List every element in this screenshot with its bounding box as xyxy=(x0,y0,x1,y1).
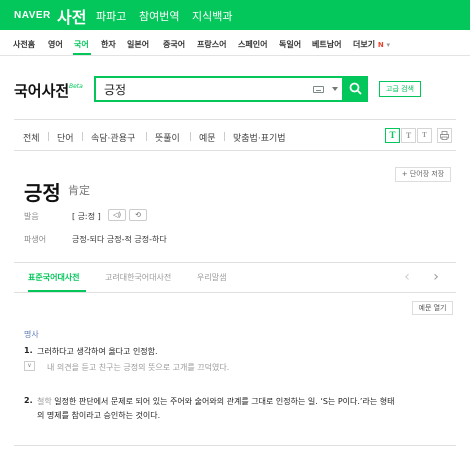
lang-tab-english[interactable]: 영어 xyxy=(48,39,63,50)
divider xyxy=(14,262,456,263)
lang-tab-french[interactable]: 프랑스어 xyxy=(197,39,226,50)
divider xyxy=(14,445,456,446)
save-to-wordbook-button[interactable]: + 단어장 저장 xyxy=(395,167,451,182)
sense-definition-continued: 의 명제를 참이라고 승인하는 것이다. xyxy=(37,411,161,420)
repeat-pronunciation-button[interactable]: ⟲ xyxy=(129,209,147,221)
top-bar: NAVER 사전 파파고 참여번역 지식백과 xyxy=(0,0,470,30)
font-size-small-button[interactable]: T xyxy=(417,128,432,143)
nav-knowledge-encyclopedia[interactable]: 지식백과 xyxy=(192,8,232,24)
search-icon xyxy=(349,82,362,95)
print-button[interactable] xyxy=(437,128,452,143)
lang-tab-dictionary-home[interactable]: 사전홈 xyxy=(13,39,35,50)
next-arrow-icon[interactable]: › xyxy=(425,267,447,287)
lang-tab-chinese[interactable]: 중국어 xyxy=(163,39,185,50)
naver-logo[interactable]: NAVER xyxy=(14,10,51,21)
sense-number: 2. xyxy=(24,396,33,405)
filter-tab-example[interactable]: 예문 xyxy=(199,131,216,144)
advanced-search-button[interactable]: 고급 검색 xyxy=(379,81,421,97)
chevron-down-icon: ▾ xyxy=(386,41,391,49)
dropdown-arrow-icon[interactable] xyxy=(332,87,338,91)
lang-tab-japanese[interactable]: 일본어 xyxy=(127,39,149,50)
font-size-large-button[interactable]: T xyxy=(385,128,400,143)
divider xyxy=(14,292,456,293)
lang-tab-german[interactable]: 독일어 xyxy=(279,39,301,50)
tab-standard-dictionary[interactable]: 표준국어대사전 xyxy=(28,272,80,283)
headword-hanja[interactable]: 肯定 xyxy=(68,182,90,198)
example-toggle-icon[interactable]: ∨ xyxy=(24,361,35,371)
lang-more-menu[interactable]: 더보기 N ▾ xyxy=(353,39,390,50)
pronunciation-label: 발음 xyxy=(24,212,39,221)
divider xyxy=(48,132,49,141)
service-title[interactable]: 사전 xyxy=(57,4,86,28)
search-button[interactable] xyxy=(344,76,368,102)
repeat-icon: ⟲ xyxy=(135,211,141,219)
open-examples-button[interactable]: 예문 열기 xyxy=(412,301,453,315)
sense-example: 내 의견을 듣고 친구는 긍정의 뜻으로 고개를 끄덕였다. xyxy=(47,363,230,372)
font-size-medium-button[interactable]: T xyxy=(401,128,416,143)
subject-field: 철학 xyxy=(37,397,52,406)
divider xyxy=(14,150,456,151)
sense-number: 1. xyxy=(24,346,33,355)
beta-badge: Beta xyxy=(69,83,83,90)
search-box xyxy=(94,76,344,102)
dictionary-title[interactable]: 국어사전 xyxy=(14,80,69,101)
prev-arrow-icon[interactable]: ‹ xyxy=(396,267,418,287)
new-badge: N xyxy=(377,41,384,49)
definition-text: 일정한 판단에서 문제로 되어 있는 주어와 술어와의 관계를 그대로 인정하는… xyxy=(54,397,395,406)
more-label: 더보기 xyxy=(353,40,376,49)
derivative-label: 파생어 xyxy=(24,235,47,244)
filter-tab-spelling[interactable]: 맞춤법·표기법 xyxy=(233,131,286,144)
divider xyxy=(190,132,191,141)
nav-participation-translation[interactable]: 참여번역 xyxy=(139,8,179,24)
divider xyxy=(14,119,456,120)
lang-tab-vietnamese[interactable]: 베트남어 xyxy=(312,39,341,50)
divider xyxy=(224,132,225,141)
search-input[interactable] xyxy=(104,80,294,98)
language-bar: 사전홈 영어 국어 한자 일본어 중국어 프랑스어 스페인어 독일어 베트남어 … xyxy=(0,30,470,56)
sense-definition: 철학 일정한 판단에서 문제로 되어 있는 주어와 술어와의 관계를 그대로 인… xyxy=(37,396,394,407)
lang-tab-spanish[interactable]: 스페인어 xyxy=(238,39,267,50)
nav-papago[interactable]: 파파고 xyxy=(96,8,126,24)
divider xyxy=(146,132,147,141)
derivative-words[interactable]: 긍정-되다 긍정-적 긍정-하다 xyxy=(72,234,167,245)
lang-tab-hanja[interactable]: 한자 xyxy=(101,39,116,50)
speaker-icon: ◁) xyxy=(112,211,122,219)
print-icon xyxy=(440,131,449,140)
divider xyxy=(82,132,83,141)
keyboard-icon[interactable] xyxy=(313,86,324,93)
headword: 긍정 xyxy=(24,181,61,205)
pronunciation-value: [ 긍ː정 ] xyxy=(72,212,101,221)
filter-tab-all[interactable]: 전체 xyxy=(23,131,40,144)
filter-tab-idiom[interactable]: 속담·관용구 xyxy=(91,131,135,144)
tab-urimalsaem[interactable]: 우리말샘 xyxy=(197,272,226,283)
part-of-speech: 명사 xyxy=(24,330,39,339)
filter-tab-word[interactable]: 단어 xyxy=(57,131,74,144)
lang-tab-korean[interactable]: 국어 xyxy=(74,39,89,50)
sense-definition: 그러하다고 생각하여 옳다고 인정함. xyxy=(37,347,158,356)
play-pronunciation-button[interactable]: ◁) xyxy=(108,209,126,221)
active-lang-indicator xyxy=(73,53,91,55)
filter-tab-meaning[interactable]: 뜻풀이 xyxy=(155,131,180,144)
tab-korea-univ-dictionary[interactable]: 고려대한국어대사전 xyxy=(105,272,171,283)
